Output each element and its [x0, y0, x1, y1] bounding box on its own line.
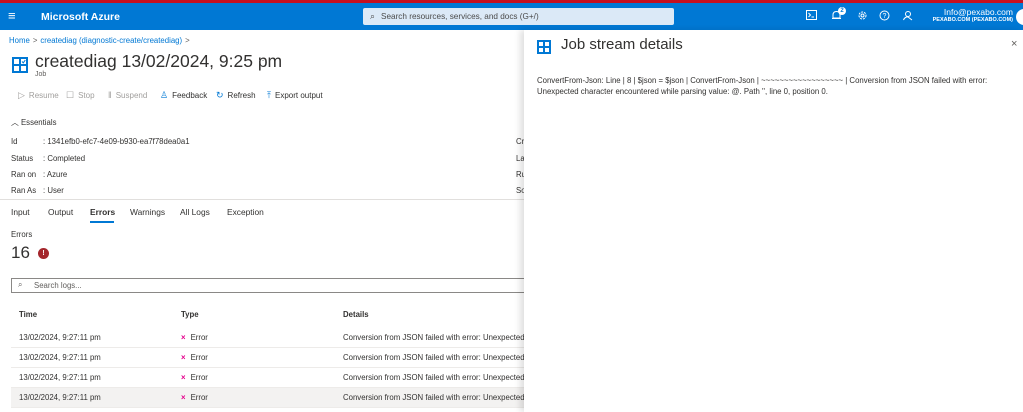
- row-time: 13/02/2024, 9:27:11 pm: [19, 393, 101, 402]
- resume-button[interactable]: ▷ Resume: [18, 90, 59, 101]
- feedback-icon: ♙: [160, 90, 169, 100]
- tab-input[interactable]: Input: [11, 207, 30, 217]
- tab-errors[interactable]: Errors: [90, 207, 115, 217]
- upload-icon: ⤒: [267, 90, 271, 100]
- job-stream-message: ConvertFrom-Json: Line | 8 | $json = $js…: [537, 76, 988, 96]
- row-type: × Error: [181, 373, 208, 382]
- suspend-button[interactable]: ‖ Suspend: [108, 90, 147, 100]
- error-icon: !: [38, 248, 49, 259]
- refresh-icon: ↻: [216, 90, 224, 100]
- log-search-placeholder: Search logs...: [34, 281, 82, 290]
- row-details: Conversion from JSON failed with error: …: [343, 393, 524, 402]
- tab-all-logs[interactable]: All Logs: [180, 207, 210, 217]
- stop-icon: ☐: [66, 90, 75, 100]
- errors-label: Errors: [11, 230, 33, 239]
- tab-warnings[interactable]: Warnings: [130, 207, 165, 217]
- global-search-placeholder: Search resources, services, and docs (G+…: [381, 12, 539, 21]
- row-time: 13/02/2024, 9:27:11 pm: [19, 353, 101, 362]
- global-search-input[interactable]: ⌕ Search resources, services, and docs (…: [363, 8, 674, 25]
- row-type: × Error: [181, 393, 208, 402]
- feedback-icon[interactable]: [902, 10, 913, 24]
- error-x-icon: ×: [181, 393, 186, 402]
- row-type: × Error: [181, 353, 208, 362]
- breadcrumb-home[interactable]: Home: [9, 36, 30, 45]
- cloud-shell-icon[interactable]: [806, 10, 817, 23]
- divider: [0, 199, 524, 200]
- stop-button[interactable]: ☐ Stop: [66, 90, 95, 101]
- property-ran-as: Ran As: User: [11, 186, 64, 195]
- breadcrumb: Home > creatediag (diagnostic-create/creat…: [9, 36, 193, 45]
- essentials-toggle[interactable]: ︿ Essentials: [11, 117, 57, 128]
- job-stream-icon: [537, 40, 551, 54]
- feedback-button[interactable]: ♙ Feedback: [160, 90, 207, 101]
- notification-count-badge: 2: [838, 7, 846, 15]
- row-details: Conversion from JSON failed with error: …: [343, 373, 524, 382]
- settings-icon[interactable]: [857, 10, 868, 24]
- table-row[interactable]: 13/02/2024, 9:27:11 pm × Error Conversion…: [11, 368, 524, 388]
- active-tab-indicator: [90, 221, 114, 223]
- svg-text:?: ?: [883, 13, 887, 20]
- row-type: × Error: [181, 333, 208, 342]
- tab-exception[interactable]: Exception: [227, 207, 264, 217]
- log-search-input[interactable]: ⌕ Search logs...: [11, 278, 525, 293]
- account-org: PEXABO.COM (PEXABO.COM): [932, 17, 1013, 23]
- avatar[interactable]: [1016, 9, 1023, 25]
- row-details: Conversion from JSON failed with error: …: [343, 333, 524, 342]
- menu-icon[interactable]: ≡: [8, 9, 16, 23]
- account-email: Info@pexabo.com: [943, 7, 1013, 17]
- refresh-button[interactable]: ↻ Refresh: [216, 90, 256, 101]
- error-x-icon: ×: [181, 373, 186, 382]
- breadcrumb-separator: >: [185, 36, 190, 45]
- errors-count: 16: [11, 243, 30, 262]
- panel-title: Job stream details: [561, 36, 683, 53]
- property-ran-on: Ran on: Azure: [11, 170, 68, 179]
- help-icon[interactable]: ?: [879, 10, 890, 24]
- breadcrumb-separator: >: [32, 36, 38, 45]
- automation-job-icon: [12, 57, 28, 73]
- pause-icon: ‖: [108, 90, 112, 100]
- column-header-details[interactable]: Details: [343, 310, 369, 319]
- row-details: Conversion from JSON failed with error: …: [343, 353, 524, 362]
- table-row[interactable]: 13/02/2024, 9:27:11 pm × Error Conversion…: [11, 348, 524, 368]
- page-subtitle: Job: [35, 71, 47, 78]
- table-row[interactable]: 13/02/2024, 9:27:11 pm × Error Conversion…: [11, 388, 524, 408]
- row-time: 13/02/2024, 9:27:11 pm: [19, 373, 101, 382]
- chevron-up-icon: ︿: [11, 118, 21, 127]
- search-icon: ⌕: [370, 11, 376, 21]
- more-options-icon[interactable]: ···: [258, 55, 268, 66]
- column-header-type[interactable]: Type: [181, 310, 199, 319]
- page-title: creatediag 13/02/2024, 9:25 pm: [35, 51, 283, 71]
- row-time: 13/02/2024, 9:27:11 pm: [19, 333, 101, 342]
- tab-output[interactable]: Output: [48, 207, 73, 217]
- breadcrumb-item[interactable]: creatediag (diagnostic-create/creatediag…: [40, 36, 182, 45]
- column-header-time[interactable]: Time: [19, 310, 37, 319]
- error-x-icon: ×: [181, 353, 186, 362]
- portal-brand[interactable]: Microsoft Azure: [41, 11, 120, 23]
- top-bar: ≡ Microsoft Azure ⌕ Search resources, se…: [0, 3, 1023, 30]
- search-icon: ⌕: [18, 280, 23, 289]
- property-status: Status: Completed: [11, 154, 86, 163]
- table-row[interactable]: 13/02/2024, 9:27:11 pm × Error Conversion…: [11, 328, 524, 348]
- export-output-button[interactable]: ⤒ Export output: [267, 90, 323, 101]
- property-id: Id: 1341efb0-efc7-4e09-b930-ea7f78dea0a1: [11, 137, 190, 146]
- account-info[interactable]: Info@pexabo.com PEXABO.COM (PEXABO.COM): [933, 7, 1013, 23]
- close-icon[interactable]: ×: [1011, 38, 1017, 50]
- play-icon: ▷: [18, 90, 25, 100]
- property-right-label: Cr: [516, 137, 525, 146]
- error-x-icon: ×: [181, 333, 186, 342]
